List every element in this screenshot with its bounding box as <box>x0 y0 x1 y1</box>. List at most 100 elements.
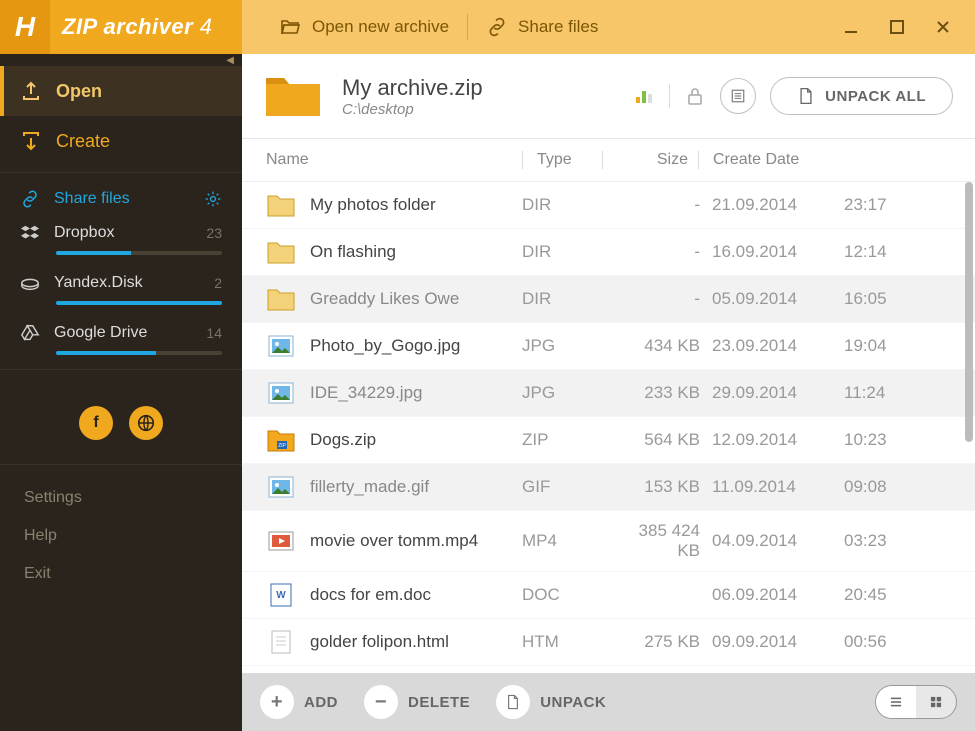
table-row[interactable]: fillerty_made.gif GIF 153 KB 11.09.2014 … <box>242 464 975 511</box>
file-type: JPG <box>522 383 616 403</box>
file-time: 23:17 <box>832 195 892 215</box>
window-controls <box>841 17 975 37</box>
cloud-icon <box>20 323 40 343</box>
table-row[interactable]: On flashing DIR - 16.09.2014 12:14 <box>242 229 975 276</box>
archive-path: C:\desktop <box>342 101 483 118</box>
exit-link[interactable]: Exit <box>24 555 218 593</box>
file-name: Dogs.zip <box>310 430 522 450</box>
file-type-icon <box>266 333 296 359</box>
gear-icon[interactable] <box>204 190 222 208</box>
file-size: - <box>616 195 712 215</box>
titlebar-actions: Open new archive Share files <box>242 0 975 54</box>
separator <box>669 84 670 108</box>
file-date: 23.09.2014 <box>712 336 832 356</box>
file-type-icon <box>266 629 296 655</box>
properties-button[interactable] <box>720 78 756 114</box>
sidebar-item-share[interactable]: Share files <box>0 179 242 213</box>
cloud-name: Dropbox <box>54 224 114 242</box>
file-type: JPG <box>522 336 616 356</box>
app-title: ZIP archiver 4 <box>62 14 242 40</box>
table-row[interactable]: IDE_34229.jpg JPG 233 KB 29.09.2014 11:2… <box>242 370 975 417</box>
scrollbar-thumb[interactable] <box>965 182 973 442</box>
file-type: DIR <box>522 195 616 215</box>
cloud-name: Yandex.Disk <box>54 274 143 292</box>
table-row[interactable]: My photos folder DIR - 21.09.2014 23:17 <box>242 182 975 229</box>
cloud-item-yandex-disk[interactable]: Yandex.Disk 2 <box>0 263 242 297</box>
file-date: 09.09.2014 <box>712 632 832 652</box>
cloud-item-google-drive[interactable]: Google Drive 14 <box>0 313 242 347</box>
archive-header: My archive.zip C:\desktop UNPACK ALL <box>242 54 975 139</box>
maximize-button[interactable] <box>887 17 907 37</box>
file-date: 06.09.2014 <box>712 585 832 605</box>
file-size: 434 KB <box>616 336 712 356</box>
separator <box>0 172 242 173</box>
list-view-button[interactable] <box>876 686 916 718</box>
grid-view-button[interactable] <box>916 686 956 718</box>
open-archive-button[interactable]: Open new archive <box>262 0 467 54</box>
file-type: MP4 <box>522 531 616 551</box>
file-date: 04.09.2014 <box>712 531 832 551</box>
sidebar-open-label: Open <box>56 81 102 102</box>
file-type-icon <box>266 474 296 500</box>
file-time: 11:24 <box>832 383 892 403</box>
table-row[interactable]: ZIP Dogs.zip ZIP 564 KB 12.09.2014 10:23 <box>242 417 975 464</box>
stats-icon[interactable] <box>633 85 655 107</box>
facebook-button[interactable]: f <box>79 406 113 440</box>
delete-button[interactable]: − DELETE <box>364 685 484 719</box>
app-logo: H <box>0 0 50 54</box>
file-icon <box>797 87 815 105</box>
table-row[interactable]: Greaddy Likes Owe DIR - 05.09.2014 16:05 <box>242 276 975 323</box>
file-time: 09:08 <box>832 477 892 497</box>
file-date: 29.09.2014 <box>712 383 832 403</box>
unpack-all-button[interactable]: UNPACK ALL <box>770 77 953 115</box>
file-size: - <box>616 289 712 309</box>
minimize-button[interactable] <box>841 17 861 37</box>
cloud-count: 2 <box>214 275 222 291</box>
file-time: 19:04 <box>832 336 892 356</box>
file-name: IDE_34229.jpg <box>310 383 522 403</box>
table-row[interactable]: Photo_by_Gogo.jpg JPG 434 KB 23.09.2014 … <box>242 323 975 370</box>
file-type-icon: ZIP <box>266 427 296 453</box>
sidebar-item-open[interactable]: Open <box>0 66 242 116</box>
open-archive-label: Open new archive <box>312 17 449 37</box>
table-row[interactable]: movie over tomm.mp4 MP4 385 424 KB 04.09… <box>242 511 975 572</box>
column-size[interactable]: Size <box>602 151 698 169</box>
website-button[interactable] <box>129 406 163 440</box>
file-size: - <box>616 242 712 262</box>
file-size: 233 KB <box>616 383 712 403</box>
file-name: movie over tomm.mp4 <box>310 531 522 551</box>
file-size: 275 KB <box>616 632 712 652</box>
share-files-button[interactable]: Share files <box>468 0 616 54</box>
sidebar-item-create[interactable]: Create <box>0 116 242 166</box>
file-type: ZIP <box>522 430 616 450</box>
file-type-icon <box>266 528 296 554</box>
help-link[interactable]: Help <box>24 517 218 555</box>
file-type: DIR <box>522 289 616 309</box>
sidebar-collapse[interactable]: ◀ <box>0 54 242 66</box>
table-row[interactable]: W docs for em.doc DOC 06.09.2014 20:45 <box>242 572 975 619</box>
table-row[interactable]: golder folipon.html HTM 275 KB 09.09.201… <box>242 619 975 666</box>
delete-label: DELETE <box>408 694 470 711</box>
file-time: 16:05 <box>832 289 892 309</box>
unpack-button[interactable]: UNPACK <box>496 685 620 719</box>
file-size: 385 424 KB <box>616 521 712 561</box>
separator <box>0 369 242 370</box>
file-type: DOC <box>522 585 616 605</box>
minus-icon: − <box>364 685 398 719</box>
column-date[interactable]: Create Date <box>698 151 951 169</box>
cloud-item-dropbox[interactable]: Dropbox 23 <box>0 213 242 247</box>
upload-icon <box>20 80 42 102</box>
column-type[interactable]: Type <box>522 151 602 169</box>
file-time: 20:45 <box>832 585 892 605</box>
file-list[interactable]: My photos folder DIR - 21.09.2014 23:17 … <box>242 182 975 673</box>
lock-icon[interactable] <box>684 85 706 107</box>
file-time: 03:23 <box>832 531 892 551</box>
file-icon <box>496 685 530 719</box>
column-name[interactable]: Name <box>266 151 522 169</box>
close-button[interactable] <box>933 17 953 37</box>
settings-link[interactable]: Settings <box>24 479 218 517</box>
file-type: DIR <box>522 242 616 262</box>
view-toggle <box>875 685 957 719</box>
add-button[interactable]: + ADD <box>260 685 352 719</box>
table-header: Name Type Size Create Date <box>242 139 975 182</box>
